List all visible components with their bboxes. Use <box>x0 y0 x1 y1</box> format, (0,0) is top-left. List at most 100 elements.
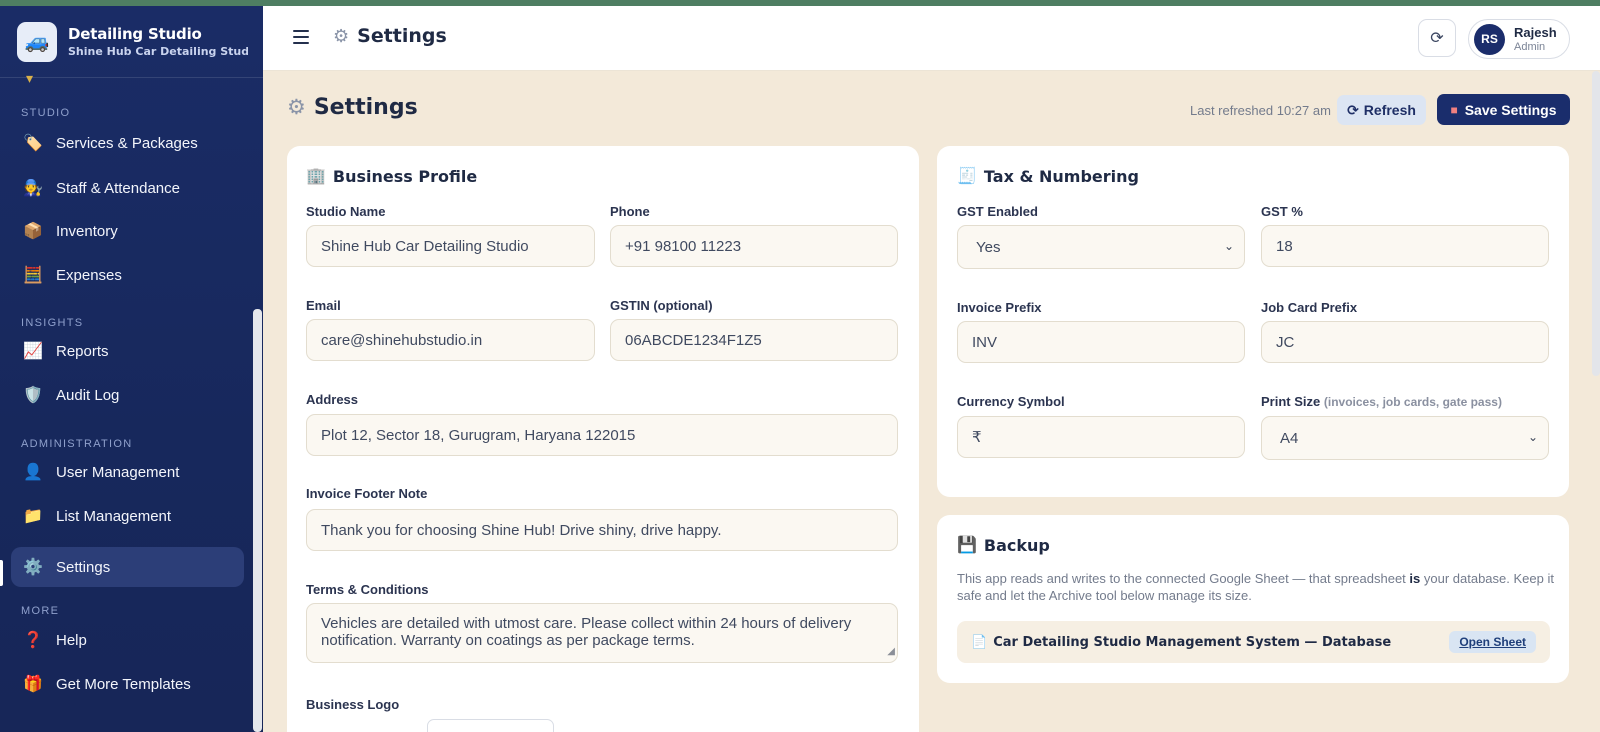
card-title-text: Tax & Numbering <box>983 166 1139 186</box>
invoice-prefix-label: Invoice Prefix <box>957 300 1042 315</box>
job-card-prefix-field[interactable]: JC <box>1261 321 1549 363</box>
phone-label: Phone <box>610 204 650 219</box>
terms-textarea[interactable]: Vehicles are detailed with utmost care. … <box>306 603 898 663</box>
address-value: Plot 12, Sector 18, Gurugram, Haryana 12… <box>321 426 636 444</box>
backup-title: 💾 Backup <box>957 535 1050 555</box>
currency-symbol-value: ₹ <box>972 429 982 446</box>
gst-enabled-label: GST Enabled <box>957 204 1038 219</box>
phone-field[interactable]: +91 98100 11223 <box>610 225 898 267</box>
address-label: Address <box>306 392 359 407</box>
database-sheet-row: 📄 Car Detailing Studio Management System… <box>957 621 1550 663</box>
floppy-disk-icon: ■ <box>1450 102 1458 117</box>
sidebar-item-label: Get More Templates <box>56 675 191 693</box>
user-icon: 👤 <box>23 464 43 481</box>
active-indicator <box>0 560 3 586</box>
gst-enabled-value: Yes <box>976 238 1001 256</box>
save-button-label: Save Settings <box>1464 101 1557 118</box>
sidebar-item-label: Reports <box>56 342 109 360</box>
studio-name-value: Shine Hub Car Detailing Studio <box>321 237 529 255</box>
gear-icon: ⚙ <box>333 25 350 46</box>
tag-icon: 🏷️ <box>23 135 43 152</box>
sidebar-item-expenses[interactable]: 🧮 Expenses <box>11 255 244 295</box>
sidebar-item-list-management[interactable]: 📁 List Management <box>11 496 244 536</box>
terms-value: Vehicles are detailed with utmost care. … <box>321 615 852 649</box>
print-size-label: Print Size (invoices, job cards, gate pa… <box>1261 394 1502 409</box>
gst-enabled-select[interactable]: Yes ⌄ <box>957 225 1245 269</box>
gear-icon: ⚙ <box>287 96 306 119</box>
sidebar-item-staff[interactable]: 🧑‍🔧 Staff & Attendance <box>11 168 244 208</box>
brand-subtitle: Shine Hub Car Detailing Studio <box>68 45 248 58</box>
office-building-icon: 🏢 <box>306 168 326 185</box>
gift-icon: 🎁 <box>23 676 43 693</box>
address-field[interactable]: Plot 12, Sector 18, Gurugram, Haryana 12… <box>306 414 898 456</box>
page-title-text: Settings <box>313 95 418 120</box>
sidebar-item-help[interactable]: ❓ Help <box>11 620 244 660</box>
header-title: ⚙ Settings <box>333 25 447 47</box>
gstin-field[interactable]: 06ABCDE1234F1Z5 <box>610 319 898 361</box>
gst-percent-value: 18 <box>1276 237 1293 255</box>
sidebar-item-audit-log[interactable]: 🛡️ Audit Log <box>11 375 244 415</box>
email-label: Email <box>306 298 341 313</box>
sidebar-item-label: Help <box>56 631 87 649</box>
spreadsheet-icon: 📄 <box>971 634 988 649</box>
header-title-text: Settings <box>357 25 447 47</box>
page-scrollbar[interactable] <box>1592 71 1600 376</box>
user-menu[interactable]: RS Rajesh Admin <box>1468 19 1570 59</box>
card-title-text: Backup <box>983 535 1050 555</box>
sidebar-item-services[interactable]: 🏷️ Services & Packages <box>11 123 244 163</box>
abacus-icon: 🧮 <box>23 267 43 284</box>
sidebar-item-get-more-templates[interactable]: 🎁 Get More Templates <box>11 664 244 704</box>
refresh-icon: ⟳ <box>1347 101 1359 118</box>
sidebar: 🚙 Detailing Studio Shine Hub Car Detaili… <box>0 6 263 732</box>
sidebar-scrollbar[interactable] <box>253 309 262 732</box>
invoice-footer-field[interactable]: Thank you for choosing Shine Hub! Drive … <box>306 509 898 551</box>
job-card-prefix-value: JC <box>1276 333 1295 351</box>
sidebar-item-reports[interactable]: 📈 Reports <box>11 331 244 371</box>
refresh-button-label: Refresh <box>1363 102 1416 118</box>
sidebar-item-label: Audit Log <box>56 386 120 404</box>
chevron-down-icon: ⌄ <box>1223 239 1234 253</box>
studio-name-field[interactable]: Shine Hub Car Detailing Studio <box>306 225 595 267</box>
save-settings-button[interactable]: ■ Save Settings <box>1437 94 1570 125</box>
currency-symbol-field[interactable]: ₹ <box>957 416 1245 458</box>
invoice-footer-label: Invoice Footer Note <box>306 486 428 501</box>
sidebar-item-label: Services & Packages <box>56 134 198 152</box>
chart-icon: 📈 <box>23 343 43 360</box>
gst-percent-field[interactable]: 18 <box>1261 225 1549 267</box>
sidebar-item-settings[interactable]: ⚙️ Settings <box>11 547 244 587</box>
terms-label: Terms & Conditions <box>306 582 429 597</box>
menu-icon[interactable] <box>293 30 309 44</box>
print-size-value: A4 <box>1280 429 1299 447</box>
email-field[interactable]: care@shinehubstudio.in <box>306 319 595 361</box>
upload-logo-button[interactable] <box>427 719 554 732</box>
question-icon: ❓ <box>23 632 43 649</box>
section-label-administration: ADMINISTRATION <box>21 438 133 450</box>
sidebar-item-inventory[interactable]: 📦 Inventory <box>11 211 244 251</box>
refresh-icon: ⟳ <box>1430 30 1444 47</box>
resize-handle-icon[interactable]: ◢ <box>887 643 895 660</box>
sidebar-item-user-management[interactable]: 👤 User Management <box>11 452 244 492</box>
user-role: Admin <box>1514 40 1546 53</box>
top-header: ⚙ Settings ⟳ RS Rajesh Admin <box>263 6 1600 71</box>
chevron-down-icon: ⌄ <box>1527 430 1538 444</box>
database-name: Car Detailing Studio Management System —… <box>993 634 1392 650</box>
invoice-prefix-field[interactable]: INV <box>957 321 1245 363</box>
brand[interactable]: 🚙 Detailing Studio Shine Hub Car Detaili… <box>0 6 263 78</box>
header-refresh-button[interactable]: ⟳ <box>1418 19 1456 57</box>
user-name: Rajesh <box>1514 24 1557 40</box>
email-value: care@shinehubstudio.in <box>321 331 483 349</box>
studio-name-label: Studio Name <box>306 204 386 219</box>
refresh-button[interactable]: ⟳ Refresh <box>1337 95 1426 125</box>
print-size-label-text: Print Size <box>1261 394 1321 409</box>
brand-title: Detailing Studio <box>68 25 202 43</box>
last-refreshed: Last refreshed 10:27 am <box>1190 103 1331 118</box>
open-sheet-link[interactable]: Open Sheet <box>1449 631 1536 653</box>
sidebar-item-label: List Management <box>56 507 172 525</box>
print-size-select[interactable]: A4 ⌄ <box>1261 416 1549 460</box>
job-card-prefix-label: Job Card Prefix <box>1261 300 1358 315</box>
backup-text-bold: is <box>1409 571 1421 586</box>
box-icon: 📦 <box>23 223 43 240</box>
section-label-more: MORE <box>21 605 60 617</box>
section-label-insights: INSIGHTS <box>21 317 84 329</box>
gstin-label: GSTIN (optional) <box>610 298 713 313</box>
